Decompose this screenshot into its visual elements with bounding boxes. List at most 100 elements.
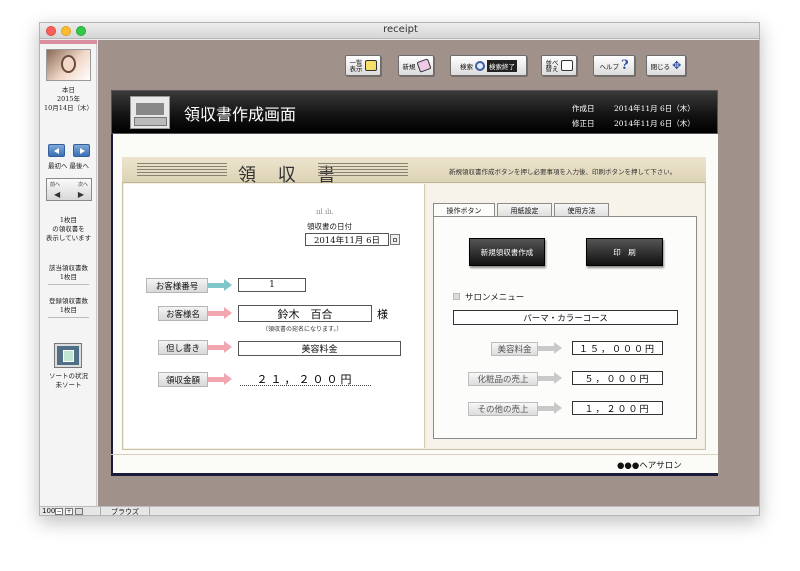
close-arrows-icon: ✥	[672, 59, 682, 72]
memo-label: 但し書き	[158, 340, 208, 355]
new-card-icon	[415, 58, 432, 73]
record-line2: の領収書を	[52, 225, 85, 233]
date-field[interactable]: 2014年11月 6日	[305, 233, 389, 246]
title-bar: receipt	[40, 23, 759, 39]
gray-arrow-icon	[538, 372, 562, 384]
sort-list-icon	[560, 60, 573, 71]
found-label: 該当領収書数	[49, 264, 88, 272]
search-button[interactable]: 検索 検索終了	[450, 55, 527, 76]
tab-how-to-use[interactable]: 使用方法	[554, 203, 609, 217]
list-view-label: 一覧 表示	[349, 58, 363, 73]
customer-no-field[interactable]: 1	[238, 278, 306, 292]
customer-no-label: お客様番号	[146, 278, 208, 293]
salon-menu-label: サロンメニュー	[465, 293, 525, 303]
total-label: 登録領収書数	[49, 297, 88, 305]
created-label: 作成日	[572, 104, 595, 113]
salon-menu-select[interactable]: パーマ・カラーコース	[453, 310, 678, 325]
mode-indicator[interactable]: ブラウズ	[100, 507, 150, 515]
today-year: 2015年	[56, 95, 81, 103]
new-receipt-button[interactable]: 新規領収書作成	[469, 238, 545, 266]
footer-divider	[111, 454, 718, 455]
prev-arrow-icon: ◀	[54, 190, 61, 199]
date-label: 領収書の日付	[307, 222, 352, 231]
sort-value: 未ソート	[55, 381, 82, 389]
sort-button[interactable]: 並べ 替え	[541, 55, 577, 76]
salon-menu-checkbox[interactable]	[453, 293, 460, 300]
pink-arrow-icon	[208, 341, 232, 353]
help-button[interactable]: ヘルプ ?	[593, 55, 635, 76]
list-icon	[364, 60, 377, 71]
salon-name: ●●●ヘアサロン	[617, 461, 682, 471]
window-title: receipt	[383, 24, 418, 35]
modified-date: 2014年11月 6日（木）	[614, 119, 695, 128]
screen-header: 領収書作成画面 作成日 2014年11月 6日（木） 修正日 2014年11月 …	[111, 90, 718, 134]
name-note: （領収書の宛名になります。）	[262, 326, 343, 333]
today-date: 10月14日（木）	[43, 104, 94, 112]
last-record-button[interactable]	[73, 144, 90, 157]
cash-register-icon	[130, 96, 170, 129]
decor-lines	[318, 163, 408, 177]
zoom-level: 100	[42, 507, 56, 515]
amount-value: ２１，２００円	[240, 371, 371, 386]
new-record-label: 新規	[402, 62, 416, 71]
gray-arrow-icon	[538, 342, 562, 354]
search-end-button[interactable]: 検索終了	[487, 59, 517, 72]
record-count: 1枚目	[59, 216, 78, 224]
decor-lines	[137, 163, 227, 177]
status-bar: 100 − + ブラウズ	[40, 506, 759, 515]
close-label: 閉じる	[650, 62, 671, 71]
tab-operation[interactable]: 操作ボタン	[433, 203, 495, 217]
tab-paper-settings[interactable]: 用紙設定	[497, 203, 552, 217]
other-sales-label: その他の売上	[468, 402, 538, 416]
first-last-labels: 最初へ 最後へ	[40, 162, 97, 171]
calendar-icon[interactable]	[390, 234, 400, 245]
customer-name-label: お客様名	[158, 306, 208, 321]
calendar-small-icon: ııl ılı.	[316, 208, 334, 216]
toggle-status-icon[interactable]	[75, 508, 83, 515]
help-label: ヘルプ	[599, 62, 619, 71]
first-label: 最初へ	[47, 162, 68, 170]
question-icon: ?	[620, 58, 629, 73]
new-record-button[interactable]: 新規	[398, 55, 434, 76]
found-value: 1枚目	[59, 273, 78, 281]
magnifier-icon	[475, 60, 485, 71]
total-value: 1枚目	[59, 306, 78, 314]
search-label: 検索	[460, 62, 473, 71]
cosmetics-sales-label: 化粧品の売上	[468, 372, 538, 386]
status-sidebar: 本日 2015年 10月14日（木） 最初へ 最後へ 前へ 次へ ◀ ▶ 1枚目…	[40, 40, 97, 506]
memo-field[interactable]: 美容料金	[238, 341, 401, 356]
zoom-out-icon[interactable]: −	[55, 508, 63, 515]
sidebar-accent	[40, 40, 97, 44]
sort-label: ソートの状況	[49, 372, 88, 380]
created-date: 2014年11月 6日（木）	[614, 104, 695, 113]
modified-label: 修正日	[572, 119, 595, 128]
next-label: 次へ	[77, 182, 88, 188]
cosmetics-sales-field[interactable]: ５，０００円	[572, 371, 663, 385]
pink-arrow-icon	[208, 373, 232, 385]
page-title: 領収書作成画面	[184, 105, 297, 124]
divider	[48, 284, 89, 285]
beauty-fee-label: 美容料金	[491, 342, 538, 356]
pink-arrow-icon	[208, 307, 232, 319]
prev-label: 前へ	[50, 182, 61, 188]
beauty-fee-field[interactable]: １５，０００円	[572, 341, 663, 355]
today-label: 本日	[62, 86, 75, 94]
instruction-text: 新規領収書作成ボタンを押し必要事項を入力後、印刷ボタンを押して下さい。	[449, 168, 677, 176]
gray-arrow-icon	[538, 402, 562, 414]
teal-arrow-icon	[208, 279, 232, 291]
first-record-button[interactable]	[48, 144, 65, 157]
user-photo	[46, 49, 91, 81]
prev-next-button[interactable]: 前へ 次へ ◀ ▶	[46, 178, 92, 201]
sort-label: 並べ 替え	[545, 58, 559, 73]
customer-name-field[interactable]: 鈴木 百合	[238, 305, 372, 322]
list-view-button[interactable]: 一覧 表示	[345, 55, 381, 76]
print-button[interactable]: 印 刷	[586, 238, 663, 266]
sort-icon[interactable]	[54, 343, 82, 368]
next-arrow-icon: ▶	[77, 190, 84, 199]
amount-label: 領収金額	[158, 372, 208, 387]
divider	[48, 317, 89, 318]
zoom-in-icon[interactable]: +	[65, 508, 73, 515]
close-button[interactable]: 閉じる ✥	[646, 55, 686, 76]
record-line3: 表示しています	[45, 234, 92, 242]
other-sales-field[interactable]: １，２００円	[572, 401, 663, 415]
